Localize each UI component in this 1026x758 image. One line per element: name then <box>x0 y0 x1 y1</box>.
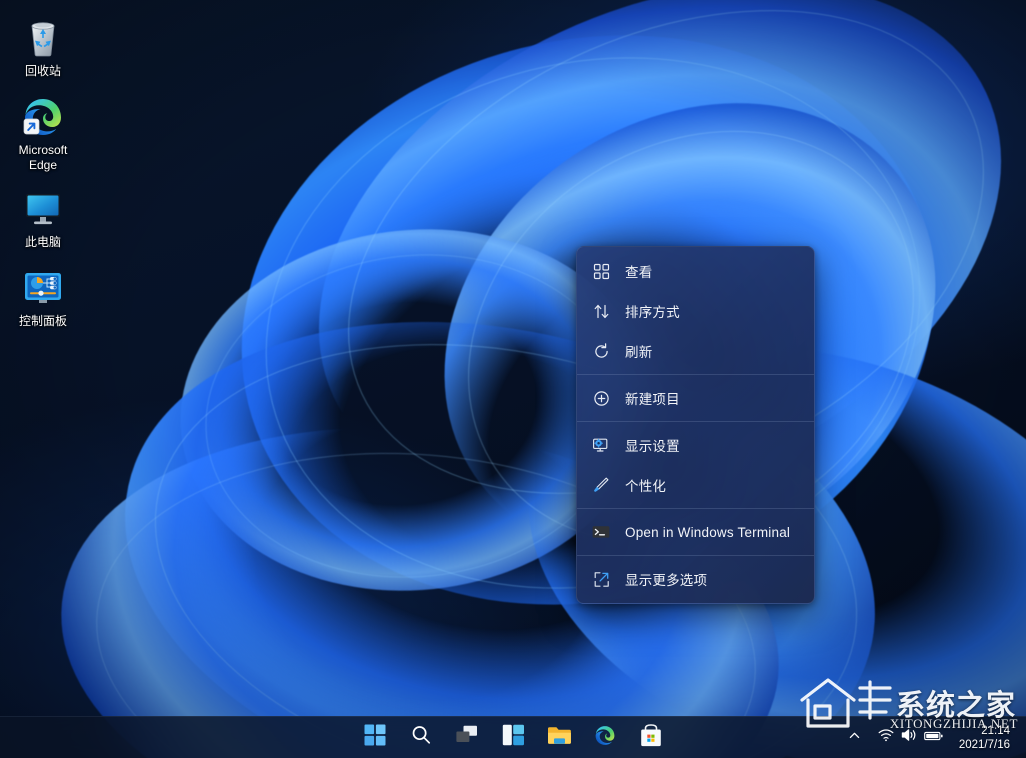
clock-time: 21:14 <box>981 724 1010 738</box>
desktop-context-menu[interactable]: 查看 排序方式 刷新 <box>576 246 815 604</box>
context-menu-item-label: 显示设置 <box>625 435 680 455</box>
context-menu-item-personalize[interactable]: 个性化 <box>577 465 814 505</box>
taskbar-microsoft-store-button[interactable] <box>634 721 668 755</box>
widgets-icon <box>502 724 525 751</box>
edge-icon <box>20 93 66 139</box>
display-settings-icon <box>591 435 611 455</box>
desktop-icon-recycle-bin[interactable]: 回收站 <box>4 14 82 79</box>
taskbar-start-button[interactable] <box>358 721 392 755</box>
taskbar-task-view-button[interactable] <box>450 721 484 755</box>
desktop-icon-label: 控制面板 <box>19 314 67 329</box>
context-menu-item-label: 排序方式 <box>625 301 680 321</box>
store-icon <box>640 724 662 752</box>
context-menu-item-open-terminal[interactable]: Open in Windows Terminal <box>577 512 814 552</box>
chevron-up-icon <box>848 729 861 747</box>
sort-arrows-icon <box>591 301 611 321</box>
desktop-icon-label: 回收站 <box>25 64 61 79</box>
taskbar-widgets-button[interactable] <box>496 721 530 755</box>
context-menu-item-new-item[interactable]: 新建项目 <box>577 378 814 418</box>
taskbar-edge-button[interactable] <box>588 721 622 755</box>
tray-status-icons[interactable] <box>872 728 949 747</box>
wallpaper <box>0 0 1026 758</box>
clock-date: 2021/7/16 <box>959 738 1010 752</box>
taskbar-clock[interactable]: 21:14 2021/7/16 <box>955 724 1018 752</box>
network-icon <box>878 728 894 747</box>
battery-icon <box>924 729 943 747</box>
monitor-icon <box>20 185 66 231</box>
brush-icon <box>591 475 611 495</box>
desktop-icon-label: 此电脑 <box>25 235 61 250</box>
edge-icon <box>593 723 617 752</box>
expand-options-icon <box>591 569 611 589</box>
taskbar-system-tray: 21:14 2021/7/16 <box>844 717 1018 758</box>
context-menu-item-show-more-options[interactable]: 显示更多选项 <box>577 559 814 599</box>
context-menu-item-label: 刷新 <box>625 341 652 361</box>
volume-icon <box>901 728 917 747</box>
grid-view-icon <box>591 261 611 281</box>
taskbar-search-button[interactable] <box>404 721 438 755</box>
desktop-icon-column: 回收站 <box>4 6 82 343</box>
context-menu-item-display-settings[interactable]: 显示设置 <box>577 425 814 465</box>
context-menu-separator <box>577 374 814 375</box>
context-menu-item-view[interactable]: 查看 <box>577 251 814 291</box>
context-menu-item-label: 显示更多选项 <box>625 569 707 589</box>
refresh-icon <box>591 341 611 361</box>
plus-circle-icon <box>591 388 611 408</box>
context-menu-item-label: 个性化 <box>625 475 666 495</box>
context-menu-separator <box>577 508 814 509</box>
desktop-root[interactable]: 回收站 <box>0 0 1026 758</box>
search-icon <box>410 724 432 751</box>
desktop-icon-label: Microsoft Edge <box>4 143 82 173</box>
context-menu-separator <box>577 555 814 556</box>
context-menu-item-refresh[interactable]: 刷新 <box>577 331 814 371</box>
windows-start-icon <box>364 724 386 751</box>
desktop-icon-control-panel[interactable]: 控制面板 <box>4 264 82 329</box>
desktop-icon-microsoft-edge[interactable]: Microsoft Edge <box>4 93 82 173</box>
context-menu-item-label: 新建项目 <box>625 388 680 408</box>
desktop-icon-this-pc[interactable]: 此电脑 <box>4 185 82 250</box>
context-menu-item-label: 查看 <box>625 261 652 281</box>
recycle-bin-icon <box>20 14 66 60</box>
context-menu-item-label: Open in Windows Terminal <box>625 525 790 540</box>
taskbar[interactable]: 21:14 2021/7/16 <box>0 716 1026 758</box>
tray-overflow-button[interactable] <box>844 723 866 753</box>
folder-icon <box>547 725 572 751</box>
terminal-icon <box>591 522 611 542</box>
control-panel-icon <box>20 264 66 310</box>
task-view-icon <box>455 725 479 750</box>
taskbar-file-explorer-button[interactable] <box>542 721 576 755</box>
context-menu-item-sort-by[interactable]: 排序方式 <box>577 291 814 331</box>
taskbar-center-buttons <box>358 721 668 755</box>
context-menu-separator <box>577 421 814 422</box>
